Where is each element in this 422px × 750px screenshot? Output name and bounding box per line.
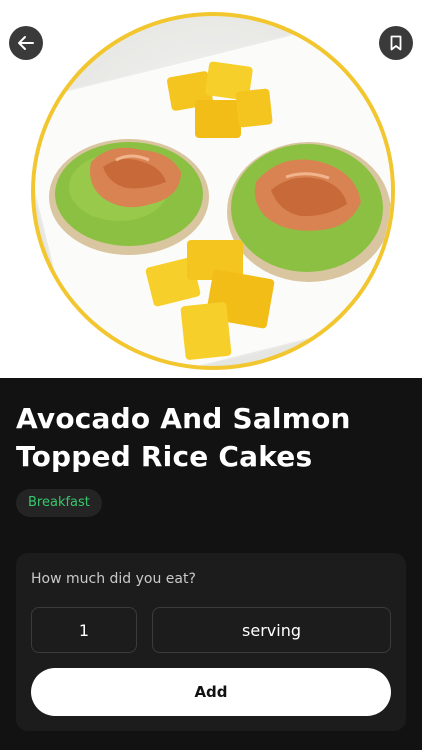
right-rice-cake (227, 142, 391, 282)
recipe-detail-screen: Avocado And Salmon Topped Rice Cakes Bre… (0, 0, 422, 750)
pineapple-top (167, 61, 273, 138)
back-button[interactable] (9, 26, 43, 60)
bookmark-button[interactable] (379, 26, 413, 60)
arrow-left-icon (18, 36, 34, 50)
portion-question: How much did you eat? (31, 571, 196, 587)
recipe-title: Avocado And Salmon Topped Rice Cakes (16, 402, 351, 473)
bookmark-icon (390, 35, 402, 51)
left-rice-cake (49, 139, 209, 255)
food-illustration (49, 61, 391, 360)
add-button[interactable]: Add (31, 668, 391, 716)
portion-card: How much did you eat? 1 serving Add (16, 553, 406, 731)
quantity-input[interactable]: 1 (31, 607, 137, 653)
plate-photo (31, 12, 395, 370)
category-tag: Breakfast (16, 489, 102, 517)
unit-selector[interactable]: serving (152, 607, 391, 653)
recipe-hero-image (0, 0, 422, 378)
